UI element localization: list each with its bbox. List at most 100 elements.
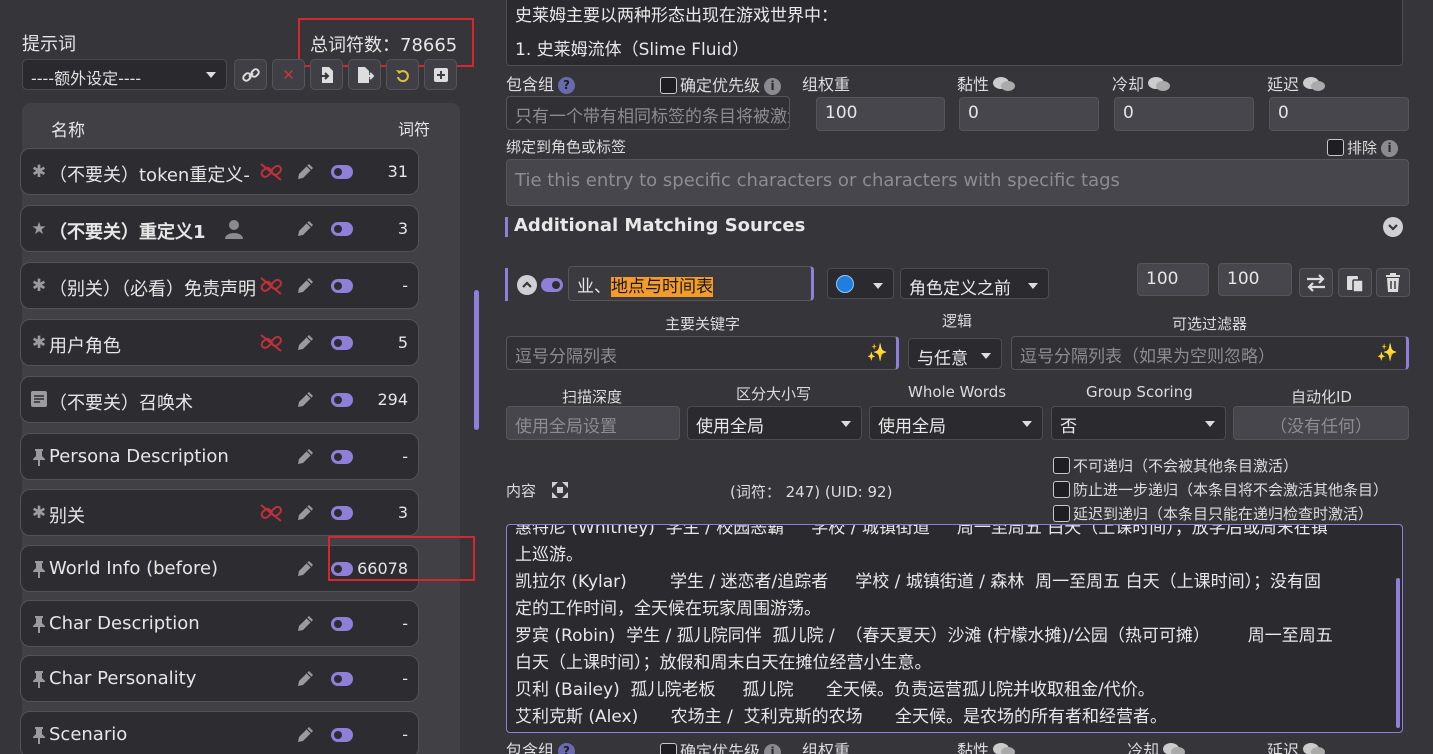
position-select[interactable]: 角色定义之前 <box>900 268 1049 299</box>
prompt-enable-toggle[interactable] <box>331 279 353 293</box>
prompt-enable-toggle[interactable] <box>331 506 353 520</box>
prompt-row[interactable]: ✱ （不要关）token重定义- 31 <box>20 148 419 195</box>
link-button[interactable] <box>234 59 267 90</box>
pencil-icon[interactable] <box>295 669 315 689</box>
checkbox-icon[interactable] <box>660 743 677 754</box>
export-button[interactable] <box>348 59 381 90</box>
pencil-icon[interactable] <box>295 276 315 296</box>
pencil-icon[interactable] <box>295 162 315 182</box>
group-scoring-label: Group Scoring <box>1086 383 1193 401</box>
checkbox-icon[interactable] <box>1053 481 1070 498</box>
import-button[interactable] <box>310 59 343 90</box>
pencil-icon[interactable] <box>295 333 315 353</box>
plus-square-icon <box>433 67 448 82</box>
prioritize-checkbox[interactable]: 确定优先级 i <box>660 72 782 96</box>
checkbox-icon[interactable] <box>1327 139 1344 156</box>
primary-keys-input[interactable]: 逗号分隔列表 ✨ <box>506 336 899 370</box>
expand-icon[interactable] <box>551 481 569 499</box>
prompt-row[interactable]: Persona Description - <box>20 433 419 480</box>
previous-entry-content[interactable]: 史莱姆主要以两种形态出现在游戏世界中： 1. 史莱姆流体（Slime Fluid… <box>506 0 1403 66</box>
prevent-recursion-checkbox[interactable]: 防止进一步递归（本条目将不会激活其他条目） <box>1053 479 1388 500</box>
help-icon[interactable]: ? <box>558 743 576 754</box>
comments-icon <box>1303 743 1326 754</box>
prompt-name: Char Personality <box>49 668 197 689</box>
reset-button[interactable] <box>386 59 419 90</box>
comments-icon <box>993 77 1016 91</box>
collapse-entry-button[interactable] <box>517 275 537 295</box>
probability-input[interactable]: 100 <box>1218 263 1292 296</box>
prompt-panel-title: 提示词 <box>22 34 76 55</box>
search-highlight: 地点与时间表 <box>611 277 713 297</box>
inclusion-group-input[interactable]: 只有一个带有相同标签的条目将被激活 <box>506 96 790 130</box>
prompt-enable-toggle[interactable] <box>331 672 353 686</box>
entry-title-input[interactable]: 业、地点与时间表 <box>568 266 814 301</box>
pencil-icon[interactable] <box>295 390 315 410</box>
prompt-row[interactable]: Scenario - <box>20 711 419 754</box>
prompt-enable-toggle[interactable] <box>331 222 353 236</box>
delete-prompt-button[interactable]: ✕ <box>272 59 305 90</box>
strategy-select[interactable] <box>827 268 894 299</box>
prompt-row[interactable]: Char Description - <box>20 600 419 647</box>
prompt-enable-toggle[interactable] <box>331 728 353 742</box>
collapse-section-button[interactable] <box>1383 217 1403 237</box>
pencil-icon[interactable] <box>295 447 315 467</box>
entry-enable-toggle[interactable] <box>541 278 563 292</box>
sticky-input[interactable]: 0 <box>959 97 1099 131</box>
cooldown-label: 冷却 <box>1112 71 1171 95</box>
add-prompt-button[interactable] <box>424 59 457 90</box>
delay-input[interactable]: 0 <box>1269 97 1409 131</box>
prompt-token-count: 31 <box>387 162 408 181</box>
case-sensitive-select[interactable]: 使用全局 <box>687 406 862 440</box>
whole-words-select[interactable]: 使用全局 <box>869 406 1043 440</box>
pin-icon <box>30 615 48 633</box>
unlink-icon <box>259 333 282 353</box>
pencil-icon[interactable] <box>295 503 315 523</box>
sparkles-icon[interactable]: ✨ <box>1377 343 1398 363</box>
checkbox-icon[interactable] <box>1053 505 1070 522</box>
character-filter-input[interactable]: Tie this entry to specific characters or… <box>506 159 1409 206</box>
scrollbar[interactable] <box>1396 578 1400 728</box>
prioritize-checkbox[interactable]: 确定优先级 i <box>660 738 782 754</box>
prompt-enable-toggle[interactable] <box>331 450 353 464</box>
prompt-row[interactable]: ★ （不要关）重定义1 3 <box>20 205 419 252</box>
delete-entry-button[interactable] <box>1376 268 1410 297</box>
prompt-row[interactable]: （不要关）召唤术 294 <box>20 376 419 423</box>
checkbox-icon[interactable] <box>1053 457 1070 474</box>
pencil-icon[interactable] <box>295 219 315 239</box>
close-icon: ✕ <box>282 65 295 84</box>
pencil-icon[interactable] <box>295 614 315 634</box>
comments-icon <box>993 743 1016 754</box>
group-scoring-select[interactable]: 否 <box>1051 406 1226 440</box>
prompt-row[interactable]: Char Personality - <box>20 655 419 702</box>
prompt-enable-toggle[interactable] <box>331 617 353 631</box>
pencil-icon[interactable] <box>295 559 315 579</box>
exclude-checkbox[interactable]: 排除 i <box>1327 137 1399 158</box>
order-input[interactable]: 100 <box>1137 263 1209 296</box>
duplicate-entry-button[interactable] <box>1338 268 1372 297</box>
cooldown-input[interactable]: 0 <box>1114 97 1254 131</box>
scan-depth-input[interactable]: 使用全局设置 <box>506 406 680 440</box>
non-recursable-checkbox[interactable]: 不可递归（不会被其他条目激活） <box>1053 455 1298 476</box>
prompt-row[interactable]: ✱ （别关）（必看）免责声明 - <box>20 262 419 309</box>
prompt-row[interactable]: ✱ 用户角色 5 <box>20 319 419 366</box>
help-icon[interactable]: ? <box>558 77 576 94</box>
prompt-row[interactable]: ✱ 别关 3 <box>20 489 419 536</box>
delay-recursion-checkbox[interactable]: 延迟到递归（本条目只能在递归检查时激活） <box>1053 503 1373 524</box>
move-entry-button[interactable] <box>1299 268 1333 297</box>
prompt-enable-toggle[interactable] <box>331 336 353 350</box>
comments-icon <box>1303 77 1326 91</box>
comments-icon <box>1148 77 1171 91</box>
scrollbar[interactable] <box>474 290 479 430</box>
group-weight-input[interactable]: 100 <box>816 97 945 131</box>
group-weight-label: 组权重 <box>802 75 851 94</box>
logic-select[interactable]: 与任意 <box>908 338 1002 369</box>
content-textarea[interactable]: 惠特尼 (Whitney) 学生 / 校园恶霸 学校 / 城镇街道 周一至周五 … <box>506 524 1403 733</box>
sparkles-icon[interactable]: ✨ <box>867 343 888 363</box>
checkbox-icon[interactable] <box>660 77 677 94</box>
extra-settings-select[interactable]: ----额外设定---- <box>22 59 227 90</box>
pencil-icon[interactable] <box>295 725 315 745</box>
prompt-enable-toggle[interactable] <box>331 393 353 407</box>
automation-id-input[interactable]: （没有任何） <box>1233 406 1409 440</box>
prompt-enable-toggle[interactable] <box>331 165 353 179</box>
optional-filter-input[interactable]: 逗号分隔列表（如果为空则忽略） ✨ <box>1011 336 1409 370</box>
